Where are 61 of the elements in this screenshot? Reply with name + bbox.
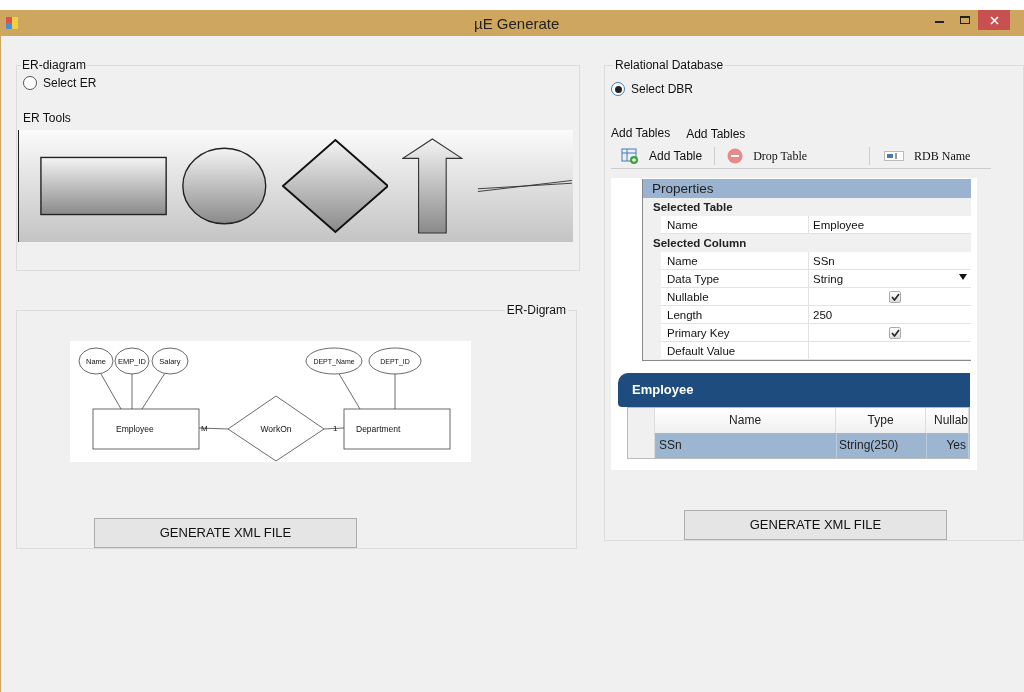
cardinality-label: M [201, 424, 208, 433]
column-header[interactable]: Type [836, 408, 926, 433]
property-label: Primary Key [661, 324, 809, 341]
property-value[interactable]: Employee [813, 215, 865, 234]
cardinality-label: 1 [333, 424, 338, 433]
tab[interactable]: Add Tables [686, 125, 746, 143]
line-tool[interactable] [477, 178, 573, 194]
property-label: Nullable [661, 288, 809, 305]
column-header[interactable]: Nullab [925, 408, 969, 433]
toolbar-button[interactable]: RDB Name [882, 144, 973, 167]
relationship-diamond: WorkOn [227, 395, 325, 462]
table-cell: Yes [927, 433, 969, 458]
textbox-icon [884, 150, 905, 161]
entity-box: Employee [92, 408, 200, 450]
property-checkbox[interactable] [889, 290, 901, 303]
property-value[interactable]: 250 [813, 305, 833, 324]
table-cell: SSn [655, 433, 837, 458]
table-add-icon [621, 147, 639, 164]
connector-line [338, 373, 361, 410]
toolbar-button[interactable]: Add Table [619, 144, 705, 167]
dropdown-arrow-icon [959, 273, 967, 280]
app-icon [6, 17, 18, 29]
properties-header: Properties [643, 179, 971, 198]
group-title: ER-diagram [21, 57, 88, 74]
close-icon [989, 15, 999, 25]
tools-label: ER Tools [23, 110, 72, 127]
property-label: Name [661, 216, 809, 233]
property-label: Length [661, 306, 809, 323]
property-label: Name [661, 252, 809, 269]
radio-button[interactable] [23, 76, 37, 90]
close-button[interactable] [978, 10, 1010, 30]
generate-xml-button[interactable]: GENERATE XML FILE [684, 510, 947, 540]
connector-line [131, 373, 133, 410]
column-header[interactable]: Name [654, 408, 837, 433]
property-label: Data Type [661, 270, 809, 287]
table-header: Employee [618, 373, 970, 407]
group-title: ER-Digram [505, 302, 567, 319]
property-label: Default Value [661, 342, 809, 359]
connector-line [141, 373, 165, 410]
connector-line [323, 427, 345, 430]
radio-button[interactable] [611, 82, 625, 96]
entity-box: Department [343, 408, 451, 450]
window-title: µE Generate [474, 14, 560, 34]
group-title: Relational Database [614, 57, 725, 74]
rectangle-tool[interactable] [40, 154, 168, 218]
section-title: Selected Table [652, 200, 734, 215]
minus-circle-icon [727, 147, 744, 164]
property-value[interactable]: SSn [813, 251, 835, 270]
tab[interactable]: Add Tables [611, 124, 671, 143]
generate-xml-button[interactable]: GENERATE XML FILE [94, 518, 357, 548]
property-checkbox[interactable] [889, 326, 901, 339]
connector-line [100, 373, 122, 410]
connector-line [198, 427, 229, 430]
radio-label: Select ER [43, 75, 97, 92]
toolbar-button[interactable]: Drop Table [725, 144, 810, 167]
radio-label: Select DBR [631, 81, 694, 98]
connector-line [394, 373, 396, 410]
section-title: Selected Column [652, 236, 748, 251]
table-row[interactable]: SSn String(250) Yes [628, 433, 969, 458]
type-dropdown[interactable]: String [813, 269, 967, 288]
table-cell: String(250) [837, 433, 927, 458]
